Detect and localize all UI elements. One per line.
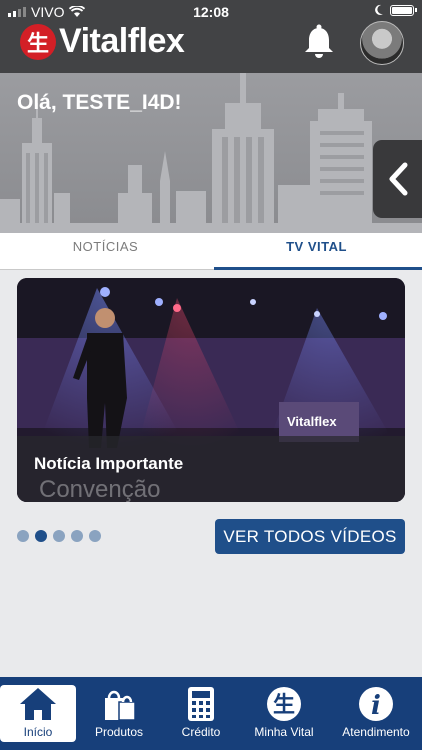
svg-text:生: 生 bbox=[273, 693, 295, 718]
chevron-left-icon bbox=[389, 162, 408, 196]
carousel-dot[interactable] bbox=[17, 530, 29, 542]
brand-name: Vitalflex bbox=[59, 22, 185, 60]
nav-atendimento-label: Atendimento bbox=[342, 725, 410, 739]
brand-logo: 生 Vitalflex bbox=[20, 22, 185, 61]
side-drawer-toggle[interactable] bbox=[373, 140, 422, 218]
active-tab-indicator bbox=[214, 267, 422, 270]
svg-text:Vitalflex: Vitalflex bbox=[287, 414, 337, 429]
carousel-dot-active[interactable] bbox=[35, 530, 47, 542]
clock: 12:08 bbox=[193, 4, 229, 20]
home-icon bbox=[20, 688, 56, 720]
carousel-dot[interactable] bbox=[53, 530, 65, 542]
nav-minha-vital-label: Minha Vital bbox=[254, 725, 314, 739]
moon-icon bbox=[375, 4, 383, 15]
app-header: VIVO 12:08 生 Vitalflex bbox=[0, 0, 422, 73]
avatar[interactable] bbox=[360, 21, 404, 65]
tab-tv-vital-label: TV VITAL bbox=[286, 239, 347, 254]
brand-mark: 生 bbox=[20, 23, 56, 60]
tab-tv-vital[interactable]: TV VITAL bbox=[211, 233, 422, 270]
bell-icon[interactable] bbox=[302, 24, 336, 60]
nav-credito-label: Crédito bbox=[181, 725, 221, 739]
greeting: Olá, TESTE_I4D! bbox=[17, 91, 182, 114]
battery-icon bbox=[390, 4, 417, 16]
info-icon: i bbox=[359, 687, 393, 721]
nav-minha-vital[interactable]: 生 Minha Vital bbox=[246, 685, 322, 742]
see-all-videos-button[interactable]: VER TODOS VÍDEOS bbox=[215, 519, 405, 554]
status-right bbox=[374, 4, 417, 16]
carousel-dot[interactable] bbox=[71, 530, 83, 542]
calculator-icon bbox=[188, 687, 214, 721]
status-bar: VIVO 12:08 bbox=[0, 0, 422, 22]
carousel-indicator bbox=[17, 530, 101, 542]
nav-inicio-label: Início bbox=[23, 725, 53, 739]
nav-inicio[interactable]: Início bbox=[0, 685, 76, 742]
video-title: Notícia Importante bbox=[34, 454, 184, 473]
shopping-bag-icon bbox=[105, 690, 136, 721]
svg-text:i: i bbox=[371, 691, 381, 721]
video-overlay-text: Convenção bbox=[39, 476, 161, 502]
news-tabs: NOTÍCIAS TV VITAL bbox=[0, 233, 422, 270]
nav-credito[interactable]: Crédito bbox=[163, 685, 239, 742]
video-card[interactable]: Vitalflex Convenção Notícia Importante bbox=[17, 278, 405, 502]
vital-logo-icon: 生 bbox=[267, 687, 301, 721]
carousel-dot[interactable] bbox=[89, 530, 101, 542]
nav-atendimento[interactable]: i Atendimento bbox=[336, 685, 416, 742]
hero-banner: Olá, TESTE_I4D! bbox=[0, 73, 422, 233]
tab-noticias-label: NOTÍCIAS bbox=[72, 239, 139, 254]
nav-produtos-label: Produtos bbox=[94, 725, 144, 739]
nav-produtos[interactable]: Produtos bbox=[81, 685, 157, 742]
bottom-nav: Início Produtos Crédito 生 Minha Vital i … bbox=[0, 677, 422, 750]
tab-noticias[interactable]: NOTÍCIAS bbox=[0, 233, 211, 270]
